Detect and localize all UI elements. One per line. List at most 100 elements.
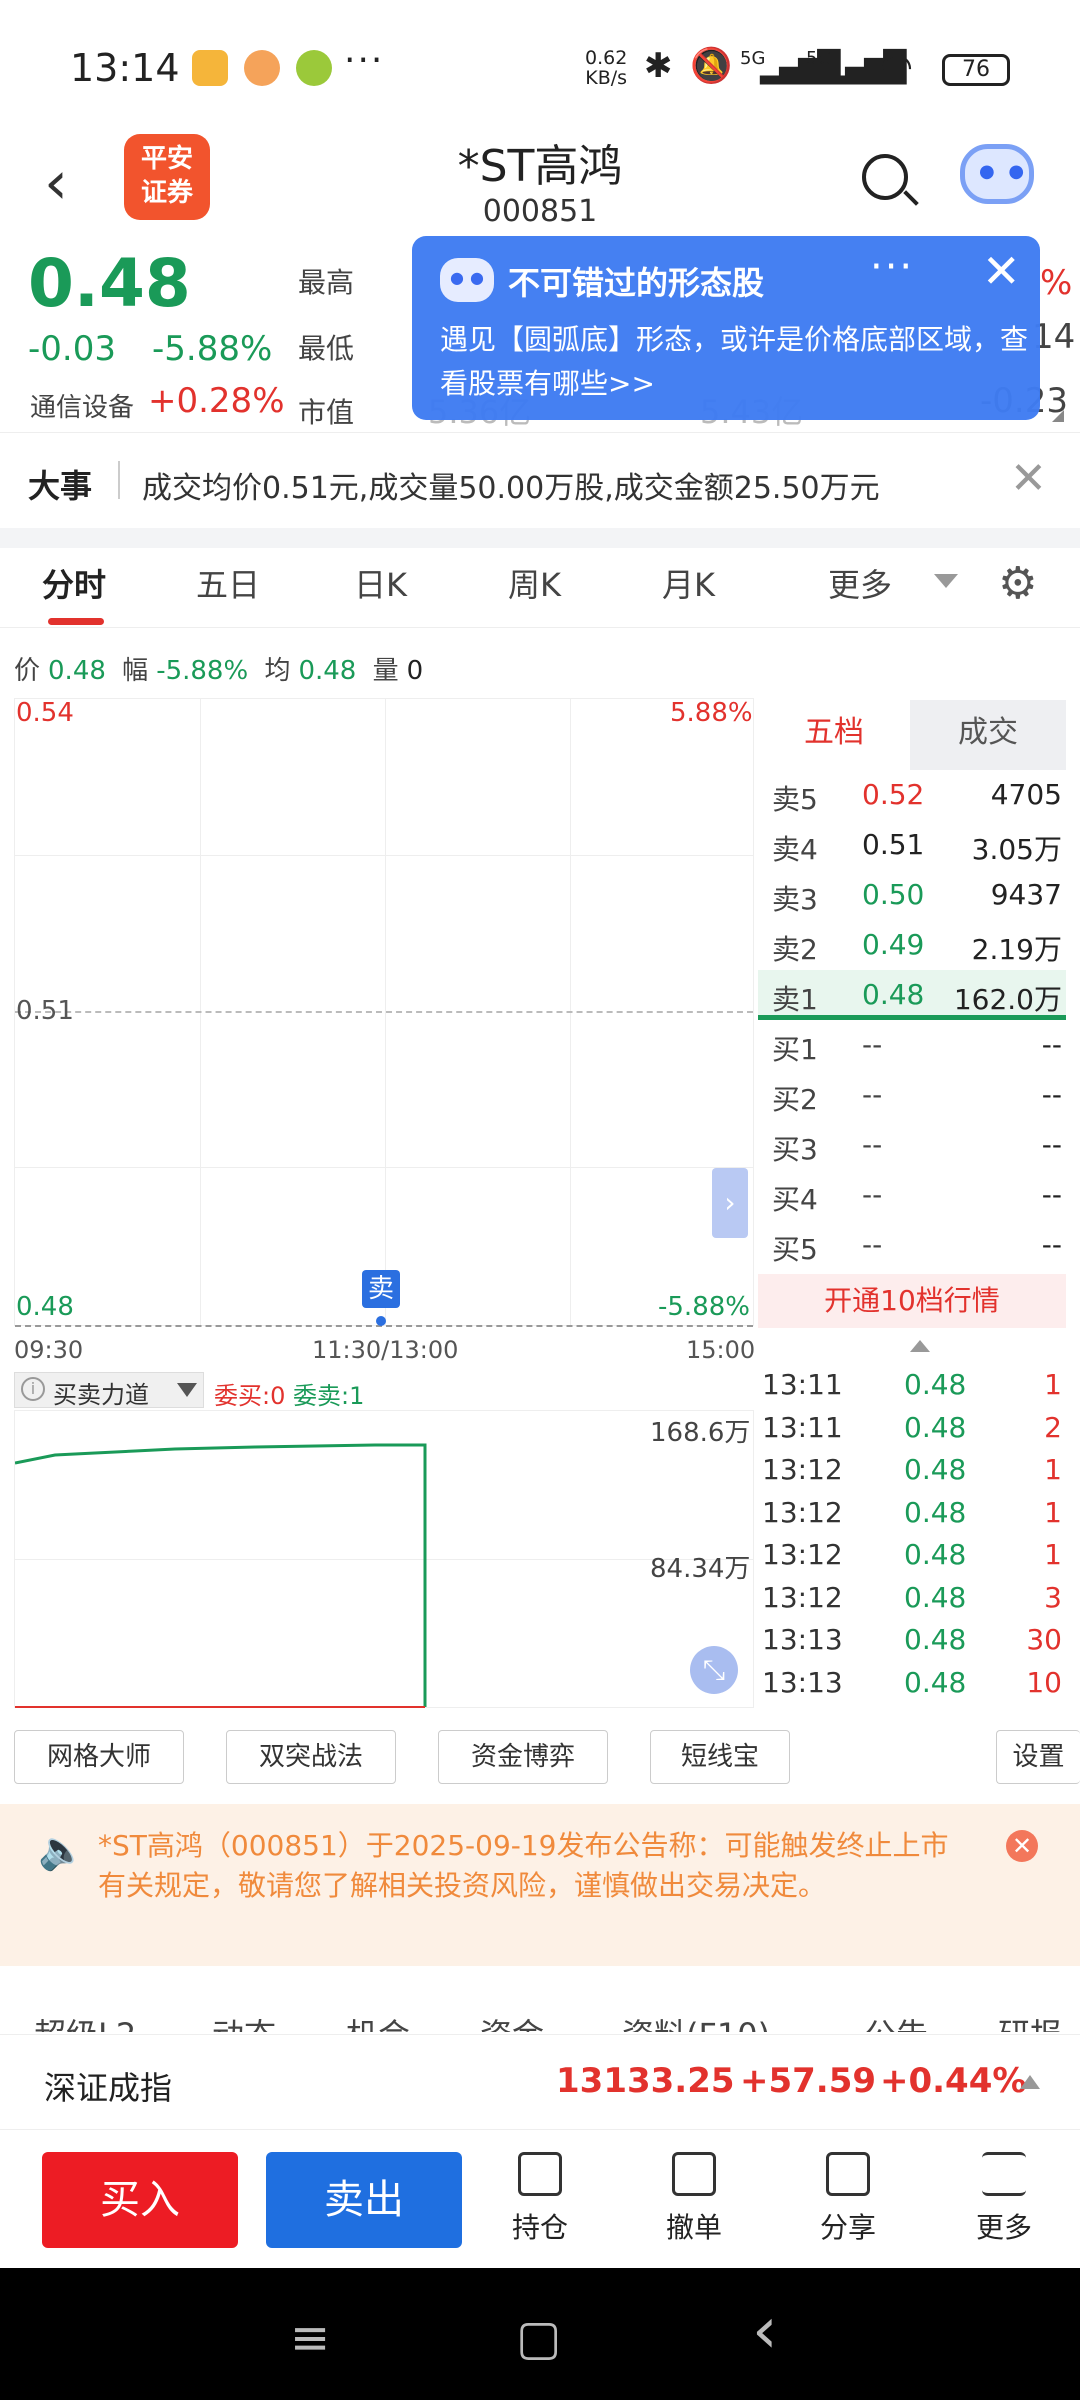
scroll-up-icon[interactable]: [910, 1340, 930, 1352]
level-price: --: [862, 1228, 883, 1261]
corner-indicator-icon: [1052, 410, 1064, 422]
price-change-pct: -5.88%: [152, 329, 273, 369]
label-avg: 均: [264, 656, 291, 686]
fullscreen-icon[interactable]: ⤡: [690, 1646, 738, 1694]
cancel-order-button[interactable]: 撤单: [634, 2152, 754, 2246]
popup-more-icon[interactable]: ···: [870, 244, 914, 290]
assistant-robot-icon[interactable]: [960, 144, 1034, 204]
chevron-down-icon[interactable]: [934, 574, 958, 588]
news-close-icon[interactable]: ✕: [1010, 453, 1047, 504]
tab-five-levels[interactable]: 五档: [758, 700, 910, 770]
tick-price: 0.48: [904, 1495, 967, 1529]
ask-row[interactable]: 卖5 0.52 4705: [758, 770, 1066, 820]
menu-icon[interactable]: ≡: [290, 2310, 330, 2366]
app-notification-icon: [296, 50, 332, 86]
chevron-up-icon[interactable]: [1020, 2075, 1040, 2089]
network-speed: 0.62 KB/s: [585, 48, 627, 88]
sell-marker[interactable]: 卖: [362, 1270, 400, 1308]
power-chart-svg: [15, 1443, 427, 1708]
tick-price: 0.48: [904, 1368, 967, 1401]
level-name: 卖3: [772, 883, 818, 916]
power-indicator-selector[interactable]: i 买卖力道: [14, 1372, 204, 1409]
popup-close-icon[interactable]: ✕: [982, 244, 1021, 298]
ask-row[interactable]: 卖1 0.48 162.0万: [758, 970, 1066, 1020]
news-text[interactable]: 成交均价0.51元,成交量50.00万股,成交金额25.50万元: [142, 463, 880, 507]
double-breakout-button[interactable]: 双突战法: [226, 1730, 396, 1784]
grid-master-button[interactable]: 网格大师: [14, 1730, 184, 1784]
chevron-down-icon[interactable]: [177, 1383, 197, 1397]
label-market-cap: 市值: [298, 396, 355, 429]
value-avg: 0.48: [298, 656, 357, 686]
tab-five-day[interactable]: 五日: [196, 560, 260, 606]
ask-row[interactable]: 卖2 0.49 2.19万: [758, 920, 1066, 970]
tab-daily-k[interactable]: 日K: [354, 560, 407, 606]
chart-top-pct: 5.88%: [670, 698, 753, 728]
price-line: [15, 1325, 753, 1327]
bid-row[interactable]: 买2 -- --: [758, 1070, 1066, 1120]
notice-close-icon[interactable]: ✕: [1006, 1830, 1038, 1862]
tab-trades[interactable]: 成交: [910, 700, 1066, 770]
tick-volume: 1: [1044, 1368, 1062, 1401]
tab-weekly-k[interactable]: 周K: [508, 560, 561, 606]
capital-game-button[interactable]: 资金博弈: [438, 1730, 608, 1784]
more-button[interactable]: 更多: [944, 2152, 1064, 2246]
tick-row: 13:12 0.48 1: [758, 1449, 1066, 1491]
tab-super-l2[interactable]: 超级L2: [34, 2010, 136, 2032]
bid-row[interactable]: 买5 -- --: [758, 1220, 1066, 1270]
tick-row: 13:12 0.48 1: [758, 1492, 1066, 1534]
industry-name[interactable]: 通信设备: [30, 387, 134, 424]
back-nav-icon[interactable]: ‹: [752, 2294, 778, 2368]
tick-time: 13:13: [762, 1665, 843, 1699]
level-volume: 9437: [990, 878, 1062, 911]
tab-research[interactable]: 研报: [998, 2010, 1062, 2032]
tab-more[interactable]: 更多: [828, 560, 892, 606]
home-icon[interactable]: ▢: [516, 2310, 561, 2366]
intraday-chart[interactable]: [14, 698, 754, 1327]
ask-row[interactable]: 卖3 0.50 9437: [758, 870, 1066, 920]
positions-button[interactable]: 持仓: [480, 2152, 600, 2246]
stock-code: 000851: [482, 194, 598, 229]
value-range: -5.88%: [156, 656, 249, 686]
search-icon[interactable]: [862, 154, 908, 200]
buy-button[interactable]: 买入: [42, 2152, 238, 2248]
expand-panel-button[interactable]: ›: [712, 1168, 748, 1238]
tab-news[interactable]: 动态: [212, 2010, 276, 2032]
status-bar: 13:14 ··· 0.62 KB/s ✱ 🔕 5G ▂▄▆█ 5G ▂▄▆█ …: [0, 0, 1080, 130]
tab-capital[interactable]: 资金: [480, 2010, 544, 2032]
tab-f10[interactable]: 资料(F10): [622, 2010, 770, 2032]
info-icon[interactable]: i: [21, 1377, 45, 1401]
popup-body[interactable]: 遇见【圆弧底】形态，或许是价格底部区域，查看股票有哪些>>: [440, 318, 1030, 406]
settings-button[interactable]: 设置: [996, 1730, 1080, 1784]
pattern-stock-popup[interactable]: 不可错过的形态股 ··· ✕ 遇见【圆弧底】形态，或许是价格底部区域，查看股票有…: [412, 236, 1040, 420]
open-level10-button[interactable]: 开通10档行情: [758, 1274, 1066, 1328]
risk-notice[interactable]: 🔈 *ST高鸿（000851）于2025-09-19发布公告称：可能触发终止上市…: [0, 1804, 1080, 1966]
tab-announcements[interactable]: 公告: [864, 2010, 928, 2032]
index-change: +57.59: [740, 2061, 877, 2101]
bid-row[interactable]: 买4 -- --: [758, 1170, 1066, 1220]
share-button[interactable]: 分享: [788, 2152, 908, 2246]
level-name: 卖2: [772, 933, 818, 966]
power-chart[interactable]: [14, 1410, 754, 1708]
commit-buy: 委买:0: [214, 1382, 286, 1410]
index-bar[interactable]: 深证成指 13133.25 +57.59 +0.44%: [0, 2034, 1080, 2130]
grid-line: [15, 855, 753, 856]
risk-notice-text[interactable]: *ST高鸿（000851）于2025-09-19发布公告称：可能触发终止上市有关…: [98, 1826, 958, 1906]
bid-row[interactable]: 买1 -- --: [758, 1020, 1066, 1070]
tab-opportunity[interactable]: 机会: [346, 2010, 410, 2032]
tick-row: 13:12 0.48 1: [758, 1534, 1066, 1576]
index-value: 13133.25: [556, 2061, 735, 2101]
gear-icon[interactable]: ⚙: [998, 558, 1037, 609]
sell-button[interactable]: 卖出: [266, 2152, 462, 2248]
short-term-button[interactable]: 短线宝: [650, 1730, 790, 1784]
tab-monthly-k[interactable]: 月K: [662, 560, 715, 606]
news-ticker[interactable]: 大事 成交均价0.51元,成交量50.00万股,成交金额25.50万元 ✕: [0, 432, 1080, 528]
tab-intraday[interactable]: 分时: [42, 560, 106, 606]
speaker-icon: 🔈: [38, 1828, 86, 1872]
share-icon: [826, 2152, 870, 2196]
bid-row[interactable]: 买3 -- --: [758, 1120, 1066, 1170]
wifi-icon: ◠: [880, 44, 914, 88]
label-price: 价: [14, 656, 41, 686]
ask-row[interactable]: 卖4 0.51 3.05万: [758, 820, 1066, 870]
status-time: 13:14: [70, 46, 180, 90]
value-price: 0.48: [48, 656, 106, 686]
